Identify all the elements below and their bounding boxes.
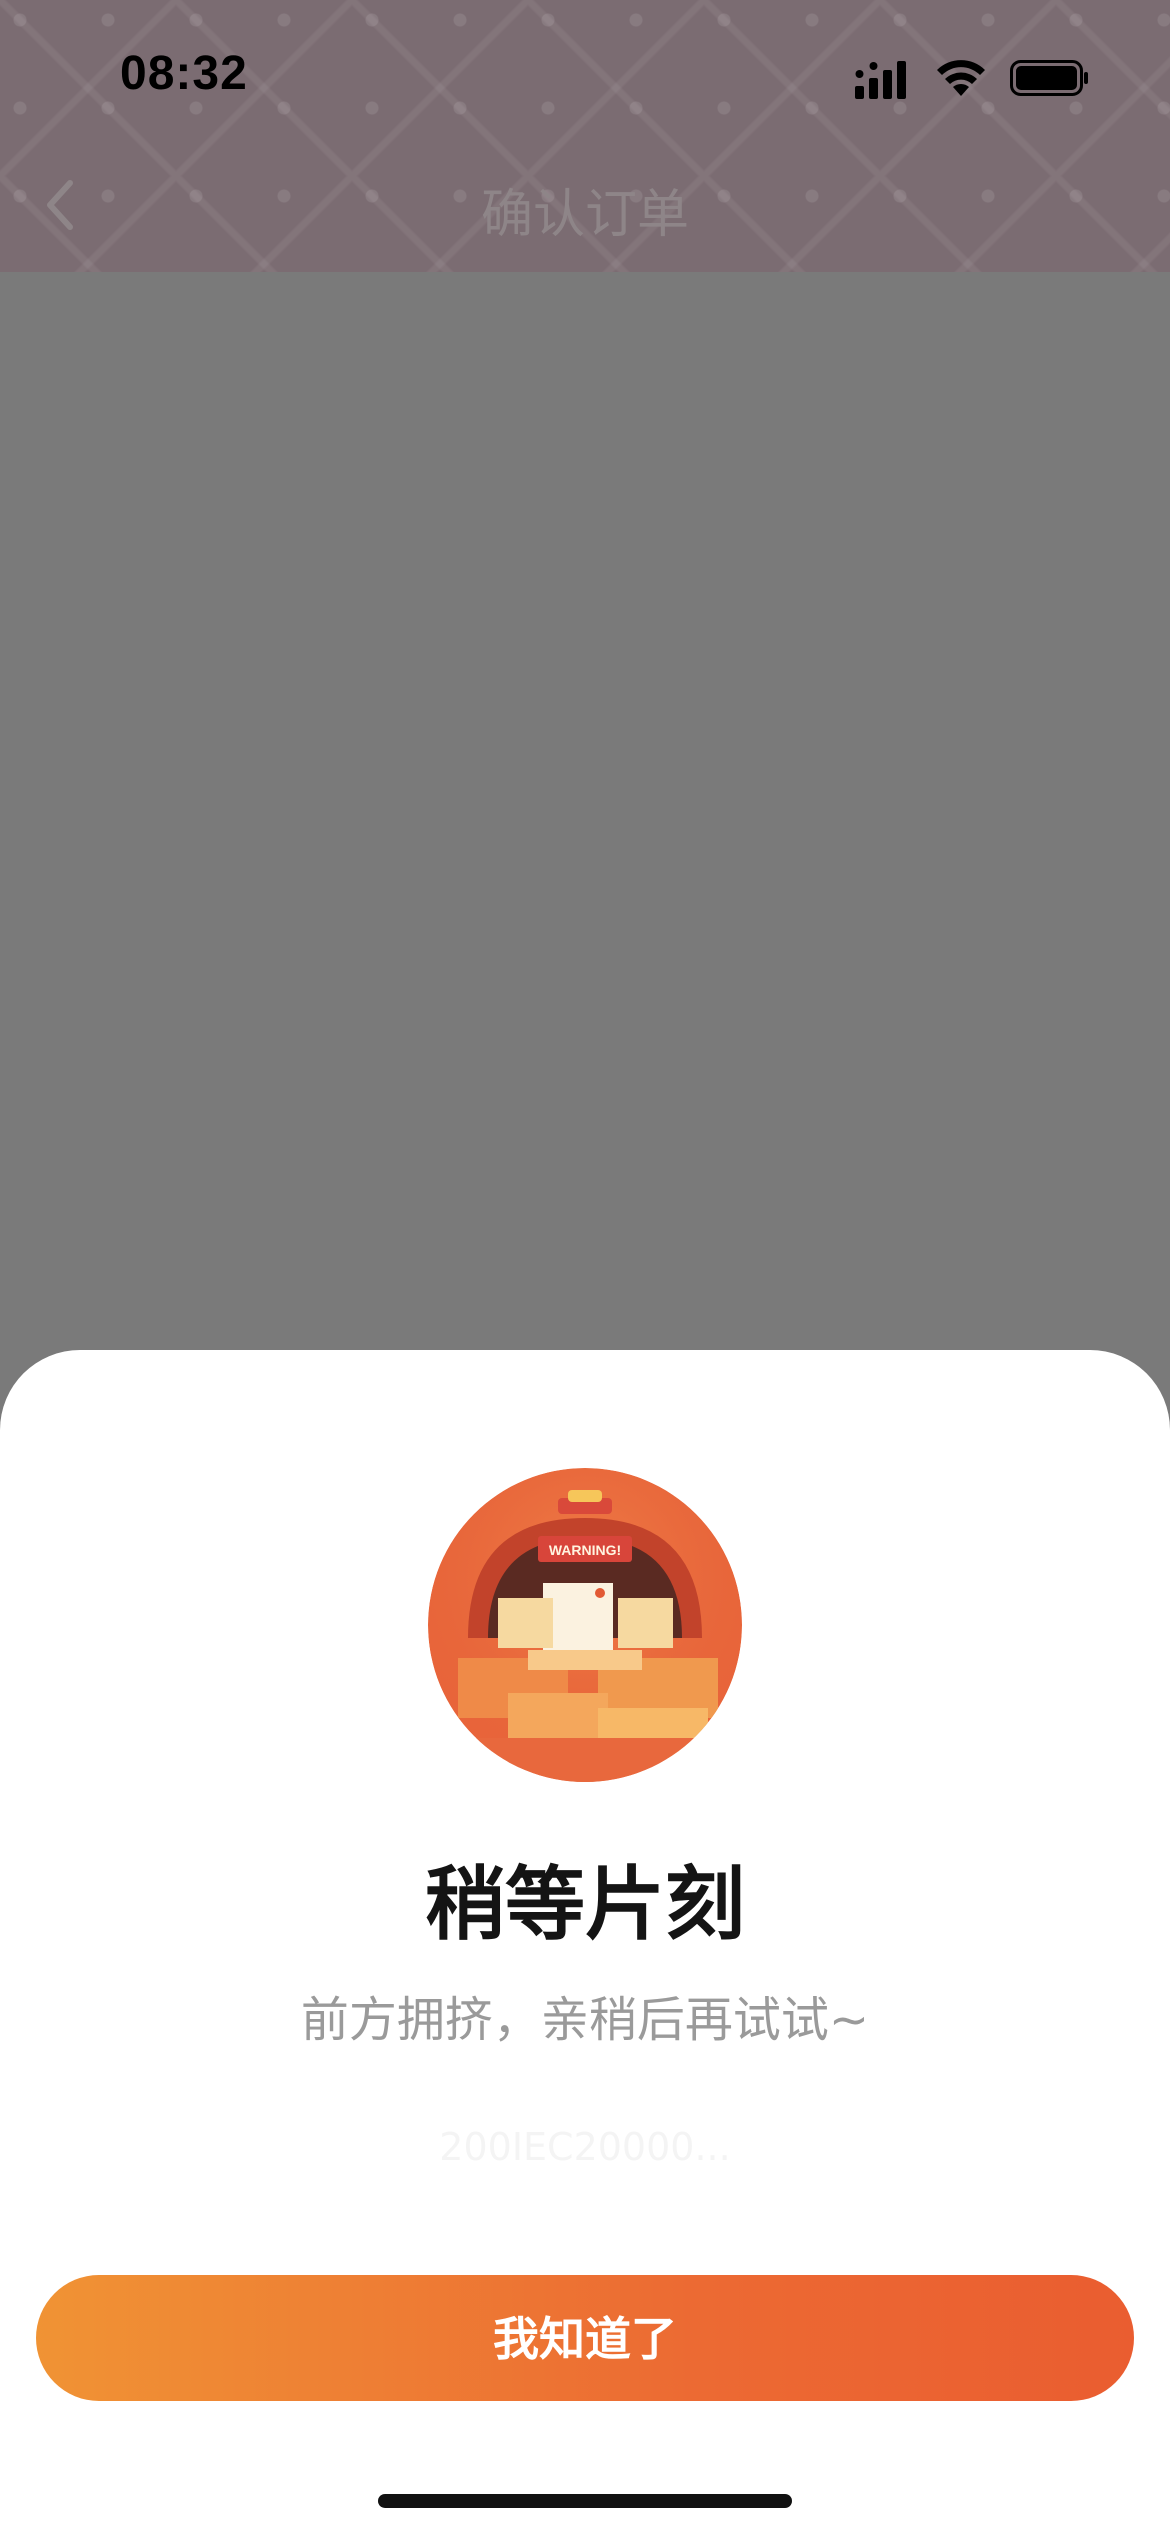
dialog-message: 前方拥挤，亲稍后再试试~ [300, 1992, 870, 2048]
page-title: 确认订单 [480, 185, 689, 245]
illustration-warning-text: WARNING! [549, 1542, 621, 1558]
status-time: 08:32 [120, 47, 248, 100]
home-indicator[interactable] [378, 2494, 792, 2508]
status-bar: 08:32 [0, 0, 1170, 150]
battery-icon [1010, 60, 1088, 96]
busy-dialog-sheet: WARNING! 稍等片刻 前方拥挤，亲稍后再试试~ 200IEC20000..… [0, 1350, 1170, 2532]
cellular-signal-icon [855, 61, 906, 99]
dialog-title: 稍等片刻 [425, 1858, 745, 1951]
wifi-icon [937, 60, 985, 96]
warning-illustration: WARNING! [428, 1468, 742, 1782]
error-code: 200IEC20000... [439, 2125, 731, 2169]
acknowledge-button[interactable]: 我知道了 [36, 2275, 1134, 2401]
